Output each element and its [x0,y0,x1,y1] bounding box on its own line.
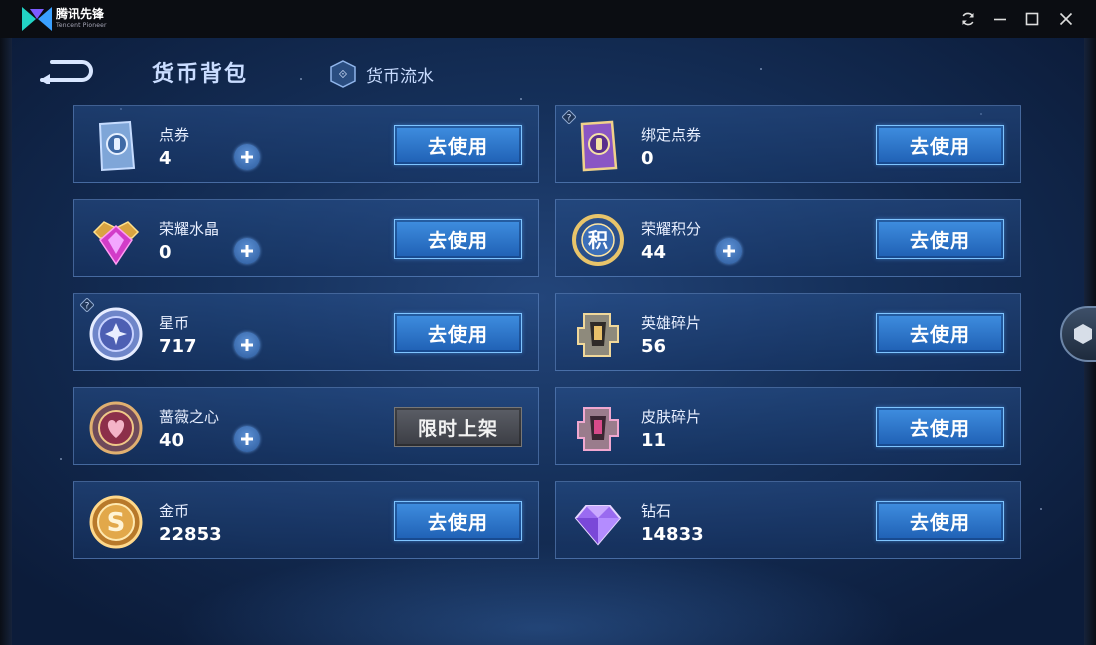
currency-name: 皮肤碎片 [641,408,702,426]
currency-card: 荣耀水晶 0 去使用 [73,199,539,277]
add-button[interactable] [234,332,260,358]
use-button[interactable]: 去使用 [394,219,522,259]
bound-coupon-icon [580,120,618,172]
plus-icon [241,245,253,257]
currency-amount: 14833 [641,524,704,545]
minimize-button[interactable] [990,9,1010,29]
skin-shard-icon [577,407,619,451]
hero-shard-icon [577,313,619,357]
currency-card: 英雄碎片 56 去使用 [555,293,1021,371]
glory-points-icon: 积 [572,214,624,266]
refresh-button[interactable] [958,9,978,29]
add-button[interactable] [234,238,260,264]
currency-card: ? 绑定点券 0 去使用 [555,105,1021,183]
glory-crystal-icon [92,221,140,266]
svg-text:S: S [107,508,126,538]
currency-amount: 0 [641,148,654,169]
add-button[interactable] [234,144,260,170]
gold-coin-icon: S [89,495,143,549]
currency-card: 积 荣耀积分 44 去使用 [555,199,1021,277]
currency-amount: 0 [159,242,172,263]
minimize-icon [994,18,1006,21]
currency-amount: 40 [159,430,185,451]
use-button[interactable]: 去使用 [876,407,1004,447]
currency-amount: 44 [641,242,667,263]
add-button[interactable] [716,238,742,264]
currency-amount: 11 [641,430,667,451]
currency-card: 蔷薇之心 40 限时上架 [73,387,539,465]
plus-icon [723,245,735,257]
limited-time-button[interactable]: 限时上架 [394,407,522,447]
add-button[interactable] [234,426,260,452]
use-button[interactable]: 去使用 [876,125,1004,165]
app-name: 腾讯先锋 [56,7,105,21]
use-button[interactable]: 去使用 [876,501,1004,541]
ledger-card-icon: ⟐ [330,60,356,88]
currency-flow-link[interactable]: ⟐ 货币流水 [330,60,434,88]
svg-text:⟐: ⟐ [339,68,348,81]
currency-name: 荣耀水晶 [159,220,220,238]
maximize-icon [1025,12,1039,26]
use-button[interactable]: 去使用 [394,125,522,165]
currency-name: 金币 [159,502,190,520]
use-button[interactable]: 去使用 [394,501,522,541]
hexagon-icon [1074,324,1092,344]
currency-amount: 4 [159,148,172,169]
svg-text:积: 积 [588,228,608,252]
frame-left [0,38,12,645]
title-bar: 腾讯先锋 Tencent Pioneer [0,0,1096,38]
currency-name: 英雄碎片 [641,314,702,332]
close-button[interactable] [1056,9,1076,29]
back-arrow-icon[interactable] [38,58,94,84]
app-subtitle: Tencent Pioneer [56,22,107,29]
page-title: 货币背包 [152,62,249,87]
plus-icon [241,433,253,445]
plus-icon [241,151,253,163]
use-button[interactable]: 去使用 [876,219,1004,259]
rose-heart-icon [89,401,143,455]
plus-icon [241,339,253,351]
app-logo-icon [22,7,52,31]
currency-name: 星币 [159,314,190,332]
use-button[interactable]: 去使用 [394,313,522,353]
diamond-icon [574,505,622,546]
close-icon [1059,12,1073,26]
currency-name: 荣耀积分 [641,220,702,238]
coupon-card-icon [98,120,136,172]
game-viewport: 货币背包 ⟐ 货币流水 点券 4 去使用 ? 绑定点券 0 去使用 荣耀水晶 0… [0,38,1096,645]
currency-amount: 56 [641,336,667,357]
side-drawer-handle[interactable] [1060,306,1096,362]
currency-card: 皮肤碎片 11 去使用 [555,387,1021,465]
currency-name: 钻石 [641,502,672,520]
star-coin-icon [89,307,143,361]
currency-flow-label: 货币流水 [366,66,434,87]
currency-name: 点券 [159,126,190,144]
currency-name: 绑定点券 [641,126,702,144]
currency-amount: 22853 [159,524,222,545]
currency-card: 点券 4 去使用 [73,105,539,183]
currency-card: ? 星币 717 去使用 [73,293,539,371]
maximize-button[interactable] [1022,9,1042,29]
currency-name: 蔷薇之心 [159,408,220,426]
currency-amount: 717 [159,336,197,357]
currency-card: S 金币 22853 去使用 [73,481,539,559]
refresh-icon [962,12,974,26]
use-button[interactable]: 去使用 [876,313,1004,353]
currency-card: 钻石 14833 去使用 [555,481,1021,559]
